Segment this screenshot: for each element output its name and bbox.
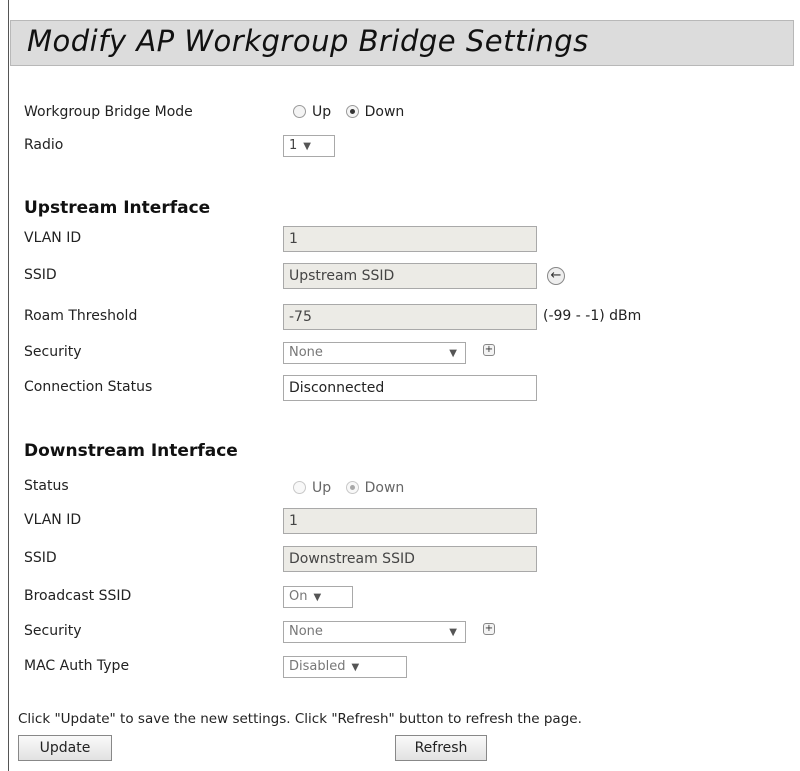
connection-status-label: Connection Status bbox=[24, 379, 153, 395]
downstream-ssid-row: SSID Downstream SSID bbox=[24, 546, 784, 572]
upstream-security-select[interactable]: None ▼ bbox=[283, 342, 466, 364]
radio-checked-icon[interactable] bbox=[345, 105, 359, 118]
update-button[interactable]: Update bbox=[18, 735, 112, 761]
dropdown-arrow-icon: ▼ bbox=[449, 627, 457, 638]
downstream-status-up-option[interactable]: Up bbox=[293, 480, 336, 496]
mac-auth-select[interactable]: Disabled ▼ bbox=[283, 656, 407, 678]
roam-threshold-unit: (-99 - -1) dBm bbox=[543, 308, 642, 324]
downstream-heading: Downstream Interface bbox=[24, 441, 238, 461]
wgb-mode-label: Workgroup Bridge Mode bbox=[24, 104, 193, 120]
downstream-vlan-row: VLAN ID 1 bbox=[24, 508, 784, 534]
downstream-status-down-option[interactable]: Down bbox=[345, 480, 404, 496]
connection-status-row: Connection Status Disconnected bbox=[24, 375, 784, 401]
upstream-heading: Upstream Interface bbox=[24, 198, 211, 218]
page-title: Modify AP Workgroup Bridge Settings bbox=[27, 24, 589, 58]
upstream-vlan-label: VLAN ID bbox=[24, 230, 82, 246]
mac-auth-row: MAC Auth Type Disabled ▼ bbox=[24, 654, 784, 680]
radio-checked-icon[interactable] bbox=[345, 481, 359, 494]
upstream-ssid-label: SSID bbox=[24, 267, 57, 283]
upstream-security-row: Security None ▼ + bbox=[24, 340, 784, 366]
refresh-button[interactable]: Refresh bbox=[395, 735, 487, 761]
footer-hint: Click "Update" to save the new settings.… bbox=[18, 711, 582, 727]
wgb-mode-up-option[interactable]: Up bbox=[293, 104, 336, 120]
radio-row: Radio 1 ▼ bbox=[24, 133, 784, 159]
downstream-status-radio-group: Up Down bbox=[293, 480, 414, 496]
roam-threshold-field[interactable]: -75 bbox=[283, 304, 537, 330]
upstream-ssid-row: SSID Upstream SSID ← bbox=[24, 263, 784, 289]
broadcast-ssid-row: Broadcast SSID On ▼ bbox=[24, 584, 784, 610]
downstream-security-label: Security bbox=[24, 623, 82, 639]
dropdown-arrow-icon: ▼ bbox=[351, 662, 360, 673]
upstream-security-label: Security bbox=[24, 344, 82, 360]
downstream-status-row: Status Up Down bbox=[24, 478, 784, 504]
upstream-ssid-field[interactable]: Upstream SSID bbox=[283, 263, 537, 289]
downstream-security-select[interactable]: None ▼ bbox=[283, 621, 466, 643]
radio-unchecked-icon[interactable] bbox=[293, 481, 306, 494]
arrow-left-icon[interactable]: ← bbox=[547, 267, 565, 285]
dropdown-arrow-icon: ▼ bbox=[303, 141, 311, 152]
dropdown-arrow-icon: ▼ bbox=[449, 348, 457, 359]
downstream-security-row: Security None ▼ + bbox=[24, 619, 784, 645]
downstream-ssid-label: SSID bbox=[24, 550, 57, 566]
plus-icon[interactable]: + bbox=[483, 623, 495, 635]
upstream-vlan-row: VLAN ID 1 bbox=[24, 226, 784, 252]
mac-auth-label: MAC Auth Type bbox=[24, 658, 130, 674]
roam-threshold-label: Roam Threshold bbox=[24, 308, 138, 324]
radio-unchecked-icon[interactable] bbox=[293, 105, 306, 118]
dropdown-arrow-icon: ▼ bbox=[313, 592, 322, 603]
roam-threshold-row: Roam Threshold -75 (-99 - -1) dBm bbox=[24, 304, 784, 330]
title-bar: Modify AP Workgroup Bridge Settings bbox=[10, 20, 794, 66]
radio-select[interactable]: 1 ▼ bbox=[283, 135, 335, 157]
broadcast-ssid-select[interactable]: On ▼ bbox=[283, 586, 353, 608]
wgb-mode-radio-group: Up Down bbox=[293, 104, 414, 120]
downstream-status-label: Status bbox=[24, 478, 69, 494]
upstream-vlan-field[interactable]: 1 bbox=[283, 226, 537, 252]
radio-label: Radio bbox=[24, 137, 64, 153]
downstream-vlan-field[interactable]: 1 bbox=[283, 508, 537, 534]
wgb-mode-row: Workgroup Bridge Mode Up Down bbox=[24, 100, 784, 126]
downstream-vlan-label: VLAN ID bbox=[24, 512, 82, 528]
plus-icon[interactable]: + bbox=[483, 344, 495, 356]
wgb-mode-down-option[interactable]: Down bbox=[345, 104, 404, 120]
connection-status-field: Disconnected bbox=[283, 375, 537, 401]
downstream-ssid-field[interactable]: Downstream SSID bbox=[283, 546, 537, 572]
broadcast-ssid-label: Broadcast SSID bbox=[24, 588, 132, 604]
